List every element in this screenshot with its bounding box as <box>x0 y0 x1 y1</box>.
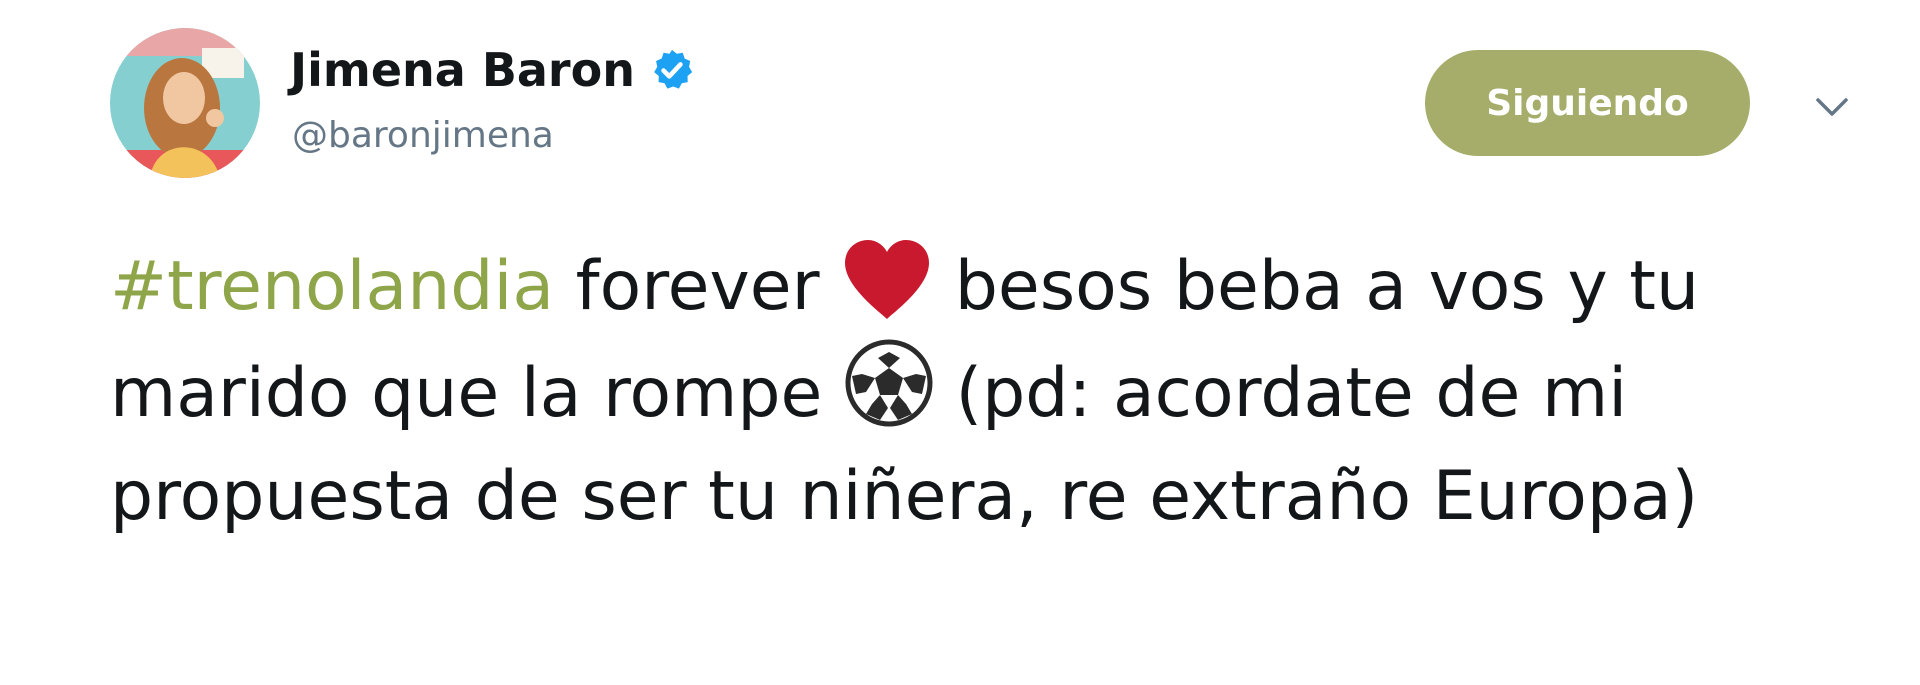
display-name-row[interactable]: Jimena Baron <box>290 42 695 98</box>
avatar[interactable] <box>110 28 260 178</box>
avatar-image <box>110 28 260 178</box>
hashtag-link[interactable]: #trenolandia <box>110 247 554 326</box>
verified-badge-icon <box>649 47 695 93</box>
chevron-down-icon[interactable] <box>1812 92 1852 122</box>
tweet-card: Jimena Baron @baronjimena Siguiendo #tre… <box>0 0 1920 685</box>
red-heart-icon <box>841 237 933 321</box>
display-name[interactable]: Jimena Baron <box>290 42 635 98</box>
tweet-text: #trenolandia forever besos beba a vos y … <box>110 235 1830 548</box>
following-button[interactable]: Siguiendo <box>1425 50 1750 156</box>
tweet-text-part-1: forever <box>554 247 842 326</box>
user-handle[interactable]: @baronjimena <box>292 113 554 159</box>
soccer-ball-icon <box>844 338 934 428</box>
